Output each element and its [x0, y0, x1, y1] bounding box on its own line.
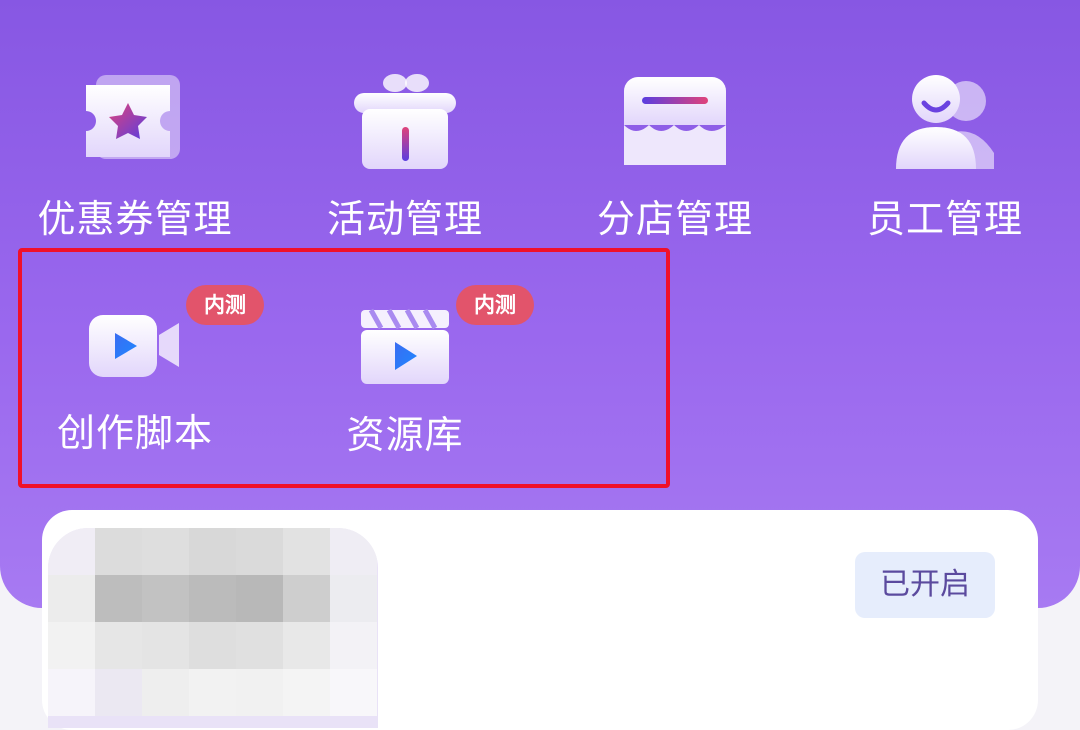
- menu-item-label: 活动管理: [326, 197, 483, 241]
- menu-item-label: 分店管理: [596, 197, 753, 241]
- menu-item-coupon-management[interactable]: 优惠券管理: [0, 60, 270, 241]
- store-icon: [620, 66, 730, 176]
- gift-icon: [350, 66, 460, 176]
- staff-icon: [890, 66, 1000, 176]
- menu-item-label: 员工管理: [866, 197, 1023, 241]
- store-card[interactable]: 已开启: [42, 510, 1038, 730]
- status-enabled-button[interactable]: 已开启: [855, 552, 995, 618]
- menu-item-staff-management[interactable]: 员工管理: [810, 60, 1080, 241]
- pixelated-image: [48, 528, 378, 728]
- menu-item-branch-management[interactable]: 分店管理: [540, 60, 810, 241]
- coupon-icon: [80, 66, 190, 176]
- highlight-annotation-box: [18, 248, 670, 488]
- menu-item-activity-management[interactable]: 活动管理: [270, 60, 540, 241]
- menu-item-label: 优惠券管理: [37, 197, 233, 241]
